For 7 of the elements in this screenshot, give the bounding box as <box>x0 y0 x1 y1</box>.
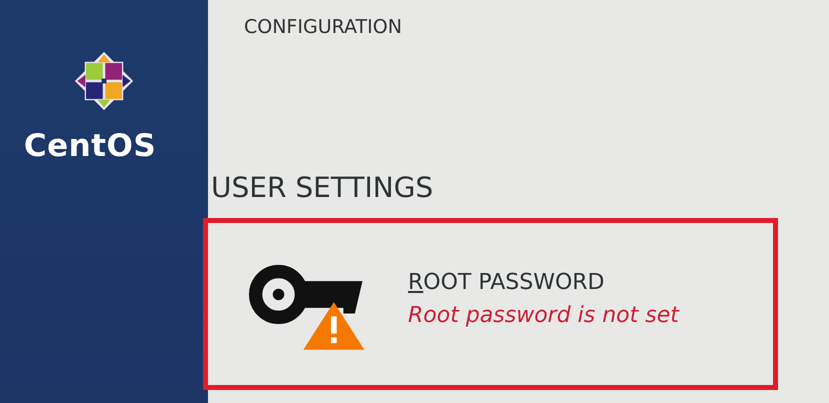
logo-icon <box>73 50 135 112</box>
root-password-spoke[interactable]: ROOT PASSWORD Root password is not set <box>203 218 778 390</box>
spoke-status: Root password is not set <box>408 303 679 328</box>
section-heading: CONFIGURATION <box>244 16 402 38</box>
spoke-title: ROOT PASSWORD <box>408 270 606 295</box>
section-heading: USER SETTINGS <box>211 171 434 204</box>
brand-name: CentOS <box>24 128 156 164</box>
